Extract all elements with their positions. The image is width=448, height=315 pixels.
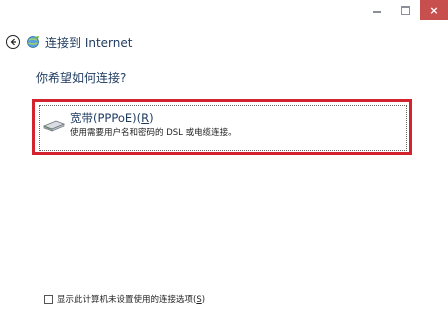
- checkbox-label: 显示此计算机未设置使用的连接选项(S): [57, 293, 205, 305]
- show-unconfigured-options-row[interactable]: 显示此计算机未设置使用的连接选项(S): [44, 293, 205, 305]
- back-button[interactable]: [6, 35, 20, 49]
- checkbox-label-end: ): [201, 295, 206, 305]
- minimize-button[interactable]: [364, 0, 390, 20]
- close-button[interactable]: ×: [420, 0, 448, 20]
- maximize-button[interactable]: [392, 0, 418, 20]
- wizard-header: 连接到 Internet: [6, 33, 132, 51]
- connect-to-internet-window: × 连接到 Internet 你希望如何连接? 宽带(PPPoE)(R) 使用需…: [0, 0, 448, 315]
- option-title-text: 宽带(PPPoE)(: [70, 111, 142, 125]
- connection-question: 你希望如何连接?: [36, 71, 127, 85]
- modem-icon: [42, 120, 66, 132]
- wizard-title: 连接到 Internet: [45, 35, 133, 50]
- minimize-icon: [373, 11, 381, 13]
- back-arrow-icon: [10, 38, 16, 46]
- option-title-end: ): [149, 111, 154, 125]
- network-globe-icon: [26, 35, 40, 49]
- maximize-icon: [400, 5, 410, 15]
- close-icon: ×: [429, 3, 439, 17]
- option-title: 宽带(PPPoE)(R): [70, 110, 154, 126]
- option-title-mnemonic: R: [141, 111, 150, 125]
- show-unconfigured-options-checkbox[interactable]: [44, 294, 53, 304]
- title-bar: ×: [0, 0, 448, 28]
- option-description: 使用需要用户名和密码的 DSL 或电缆连接。: [70, 128, 237, 138]
- checkbox-label-text: 显示此计算机未设置使用的连接选项(: [57, 295, 197, 305]
